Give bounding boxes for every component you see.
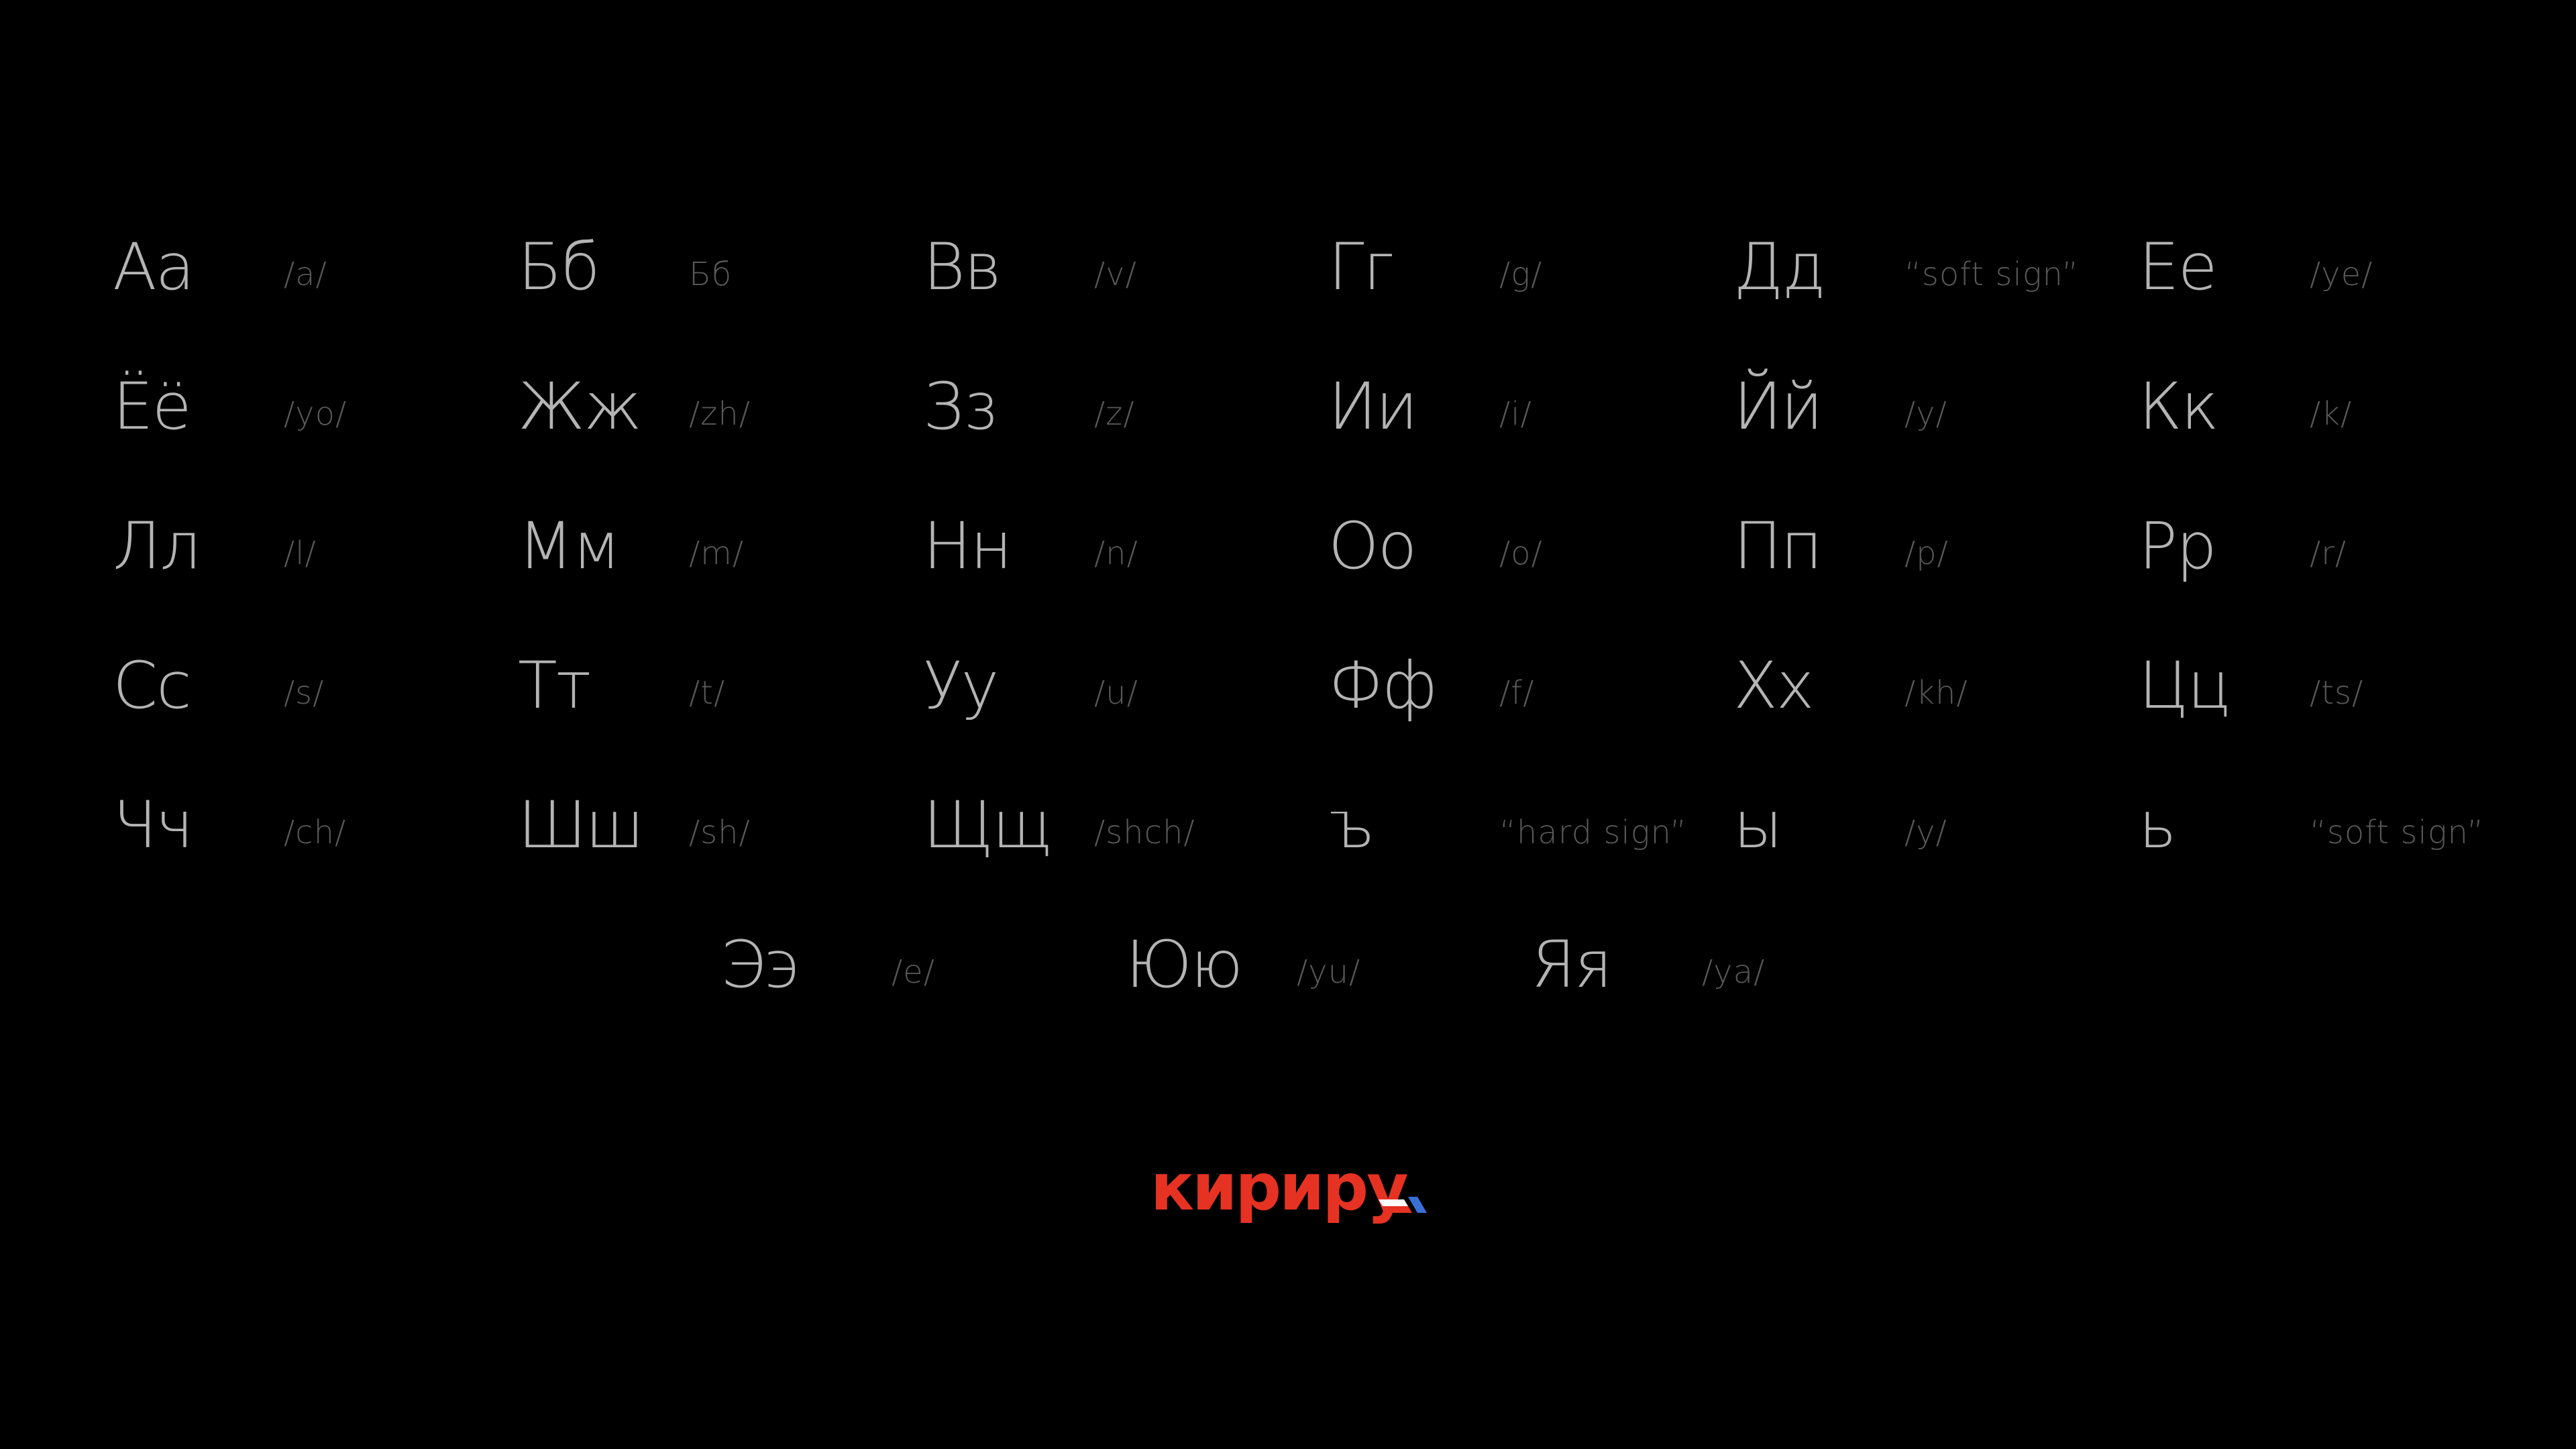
cyrillic-letter: ь — [2139, 788, 2177, 863]
pronunciation: /t/ — [689, 674, 726, 712]
cyrillic-letter: Дд — [1733, 229, 1826, 305]
pronunciation: /e/ — [892, 953, 935, 991]
pronunciation: /yu/ — [1297, 953, 1361, 991]
cyrillic-letter: Мм — [518, 508, 621, 584]
pronunciation: “soft sign” — [1904, 256, 2080, 293]
pronunciation: /z/ — [1094, 395, 1135, 433]
pronunciation: /kh/ — [1904, 674, 1968, 712]
cyrillic-letter: Яя — [1531, 927, 1613, 1002]
pronunciation: “soft sign” — [2310, 814, 2485, 851]
pronunciation: /v/ — [1094, 256, 1137, 293]
cyrillic-letter: Фф — [1328, 648, 1438, 723]
pronunciation: /ya/ — [1702, 953, 1766, 991]
pronunciation: /zh/ — [689, 395, 751, 433]
pronunciation: /k/ — [2310, 395, 2353, 433]
cyrillic-letter: Тт — [518, 648, 591, 723]
cyrillic-letter: Шш — [518, 788, 644, 863]
pronunciation: /u/ — [1094, 674, 1138, 712]
logo-wordmark: кириру — [1150, 1150, 1409, 1225]
cyrillic-letter: Йй — [1733, 369, 1823, 444]
pronunciation: /m/ — [689, 535, 745, 572]
cyrillic-letter: Вв — [923, 229, 1002, 305]
pronunciation: /p/ — [1904, 535, 1949, 572]
cyrillic-letter: Лл — [113, 508, 201, 584]
pronunciation: /ts/ — [2310, 674, 2364, 712]
pronunciation: /s/ — [284, 674, 325, 712]
logo-flag-mark-icon — [1379, 1197, 1427, 1213]
pronunciation: /y/ — [1904, 395, 1947, 433]
cyrillic-letter: Ёё — [113, 369, 192, 444]
cyrillic-letter: Уу — [923, 648, 999, 723]
cyrillic-letter: Оо — [1328, 508, 1417, 584]
pronunciation: /shch/ — [1094, 814, 1195, 851]
pronunciation: /yo/ — [284, 395, 347, 433]
pronunciation: /sh/ — [689, 814, 751, 851]
cyrillic-letter: ъ — [1328, 788, 1375, 863]
pronunciation: Бб — [689, 256, 733, 293]
cyrillic-letter: Ее — [2139, 229, 2218, 305]
logo-mark-red — [1383, 1206, 1412, 1213]
cyrillic-letter: ы — [1733, 788, 1782, 863]
cyrillic-letter: Юю — [1126, 927, 1243, 1002]
pronunciation: /g/ — [1499, 256, 1543, 293]
cyrillic-letter: Кк — [2139, 369, 2219, 444]
pronunciation: /o/ — [1499, 535, 1543, 572]
cyrillic-letter: Сс — [113, 648, 192, 723]
logo-mark-white — [1379, 1199, 1408, 1206]
pronunciation: /i/ — [1499, 395, 1532, 433]
pronunciation: /a/ — [284, 256, 327, 293]
pronunciation: /f/ — [1499, 674, 1535, 712]
cyrillic-letter: Рр — [2139, 508, 2217, 584]
cyrillic-letter: Бб — [518, 229, 600, 305]
pronunciation: /n/ — [1094, 535, 1138, 572]
cyrillic-letter: Хх — [1733, 648, 1815, 723]
cyrillic-letter: Жж — [518, 369, 642, 444]
cyrillic-letter: Зз — [923, 369, 998, 444]
kiriru-logo: кириру — [1150, 1147, 1432, 1228]
cyrillic-letter: Нн — [923, 508, 1012, 584]
cyrillic-letter: Ии — [1328, 369, 1418, 444]
pronunciation: “hard sign” — [1499, 814, 1688, 851]
alphabet-chart: Аа /a/ Бб Бб Вв /v/ Гг /g/ Дд “soft sign… — [0, 0, 2576, 1449]
cyrillic-letter: Цц — [2139, 648, 2231, 723]
pronunciation: /l/ — [284, 535, 317, 572]
pronunciation: /r/ — [2310, 535, 2347, 572]
cyrillic-letter: Пп — [1733, 508, 1823, 584]
cyrillic-letter: Чч — [113, 788, 194, 863]
pronunciation: /y/ — [1904, 814, 1947, 851]
pronunciation: /ye/ — [2310, 256, 2373, 293]
logo-mark-blue — [1408, 1197, 1427, 1213]
cyrillic-letter: Щщ — [923, 788, 1053, 863]
pronunciation: /ch/ — [284, 814, 347, 851]
cyrillic-letter: Ээ — [720, 927, 800, 1002]
cyrillic-letter: Аа — [113, 229, 195, 305]
cyrillic-letter: Гг — [1328, 229, 1395, 305]
